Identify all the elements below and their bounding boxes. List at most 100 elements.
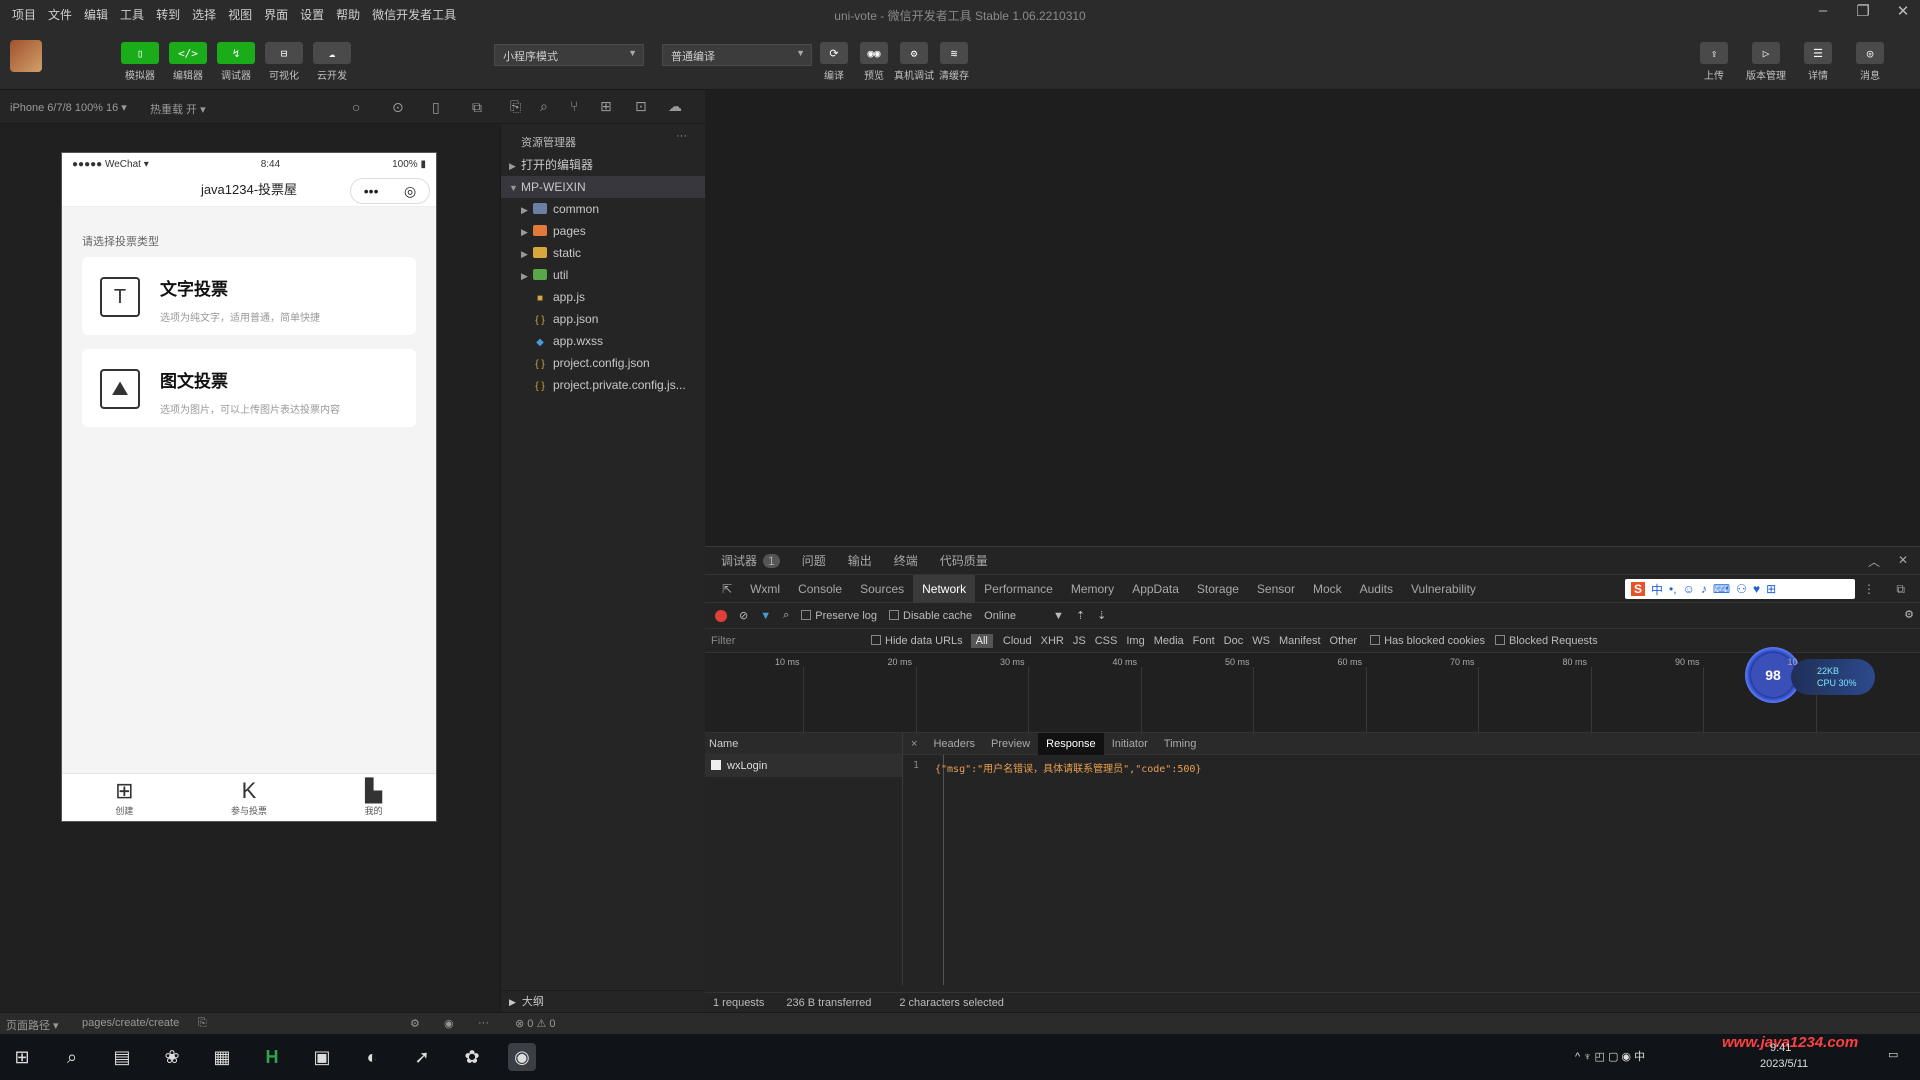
file-item[interactable]: ▶ common [501, 198, 705, 220]
blocked-requests-checkbox[interactable]: Blocked Requests [1494, 634, 1598, 647]
close-detail-icon[interactable]: × [903, 733, 925, 755]
menu-item[interactable]: 转到 [156, 6, 180, 23]
kebab-icon[interactable]: ⋮ [1854, 575, 1884, 603]
ime-icon[interactable]: ⚇ [1736, 582, 1747, 596]
toolbar-button[interactable]: ☁ 云开发 [312, 42, 352, 82]
search-icon[interactable]: ⌕ [783, 609, 789, 622]
detail-tab[interactable]: Response [1038, 732, 1104, 755]
type-filter[interactable]: Other [1330, 635, 1358, 647]
problems-count[interactable]: ⊗ 0 ⚠ 0 [515, 1017, 555, 1030]
file-item[interactable]: ■ app.js [501, 286, 705, 308]
open-editors-section[interactable]: ▶ 打开的编辑器 [501, 154, 705, 176]
panel-tab[interactable]: Mock [1304, 575, 1351, 603]
right-action-button[interactable]: ◎ 消息 [1846, 42, 1894, 82]
import-icon[interactable]: ⇡ [1076, 609, 1085, 622]
panel-tab[interactable]: Performance [975, 575, 1062, 603]
type-filter[interactable]: Media [1154, 635, 1184, 647]
task-view-icon[interactable]: ▤ [108, 1043, 136, 1071]
file-item[interactable]: { } project.private.config.js... [501, 374, 705, 396]
compile-action-button[interactable]: ◉◉ 预览 [854, 42, 894, 82]
ime-icon[interactable]: 中 [1651, 581, 1663, 598]
panel-tab[interactable]: Memory [1062, 575, 1123, 603]
notification-icon[interactable]: ▭ [1888, 1048, 1898, 1061]
toolbar-button[interactable]: ↯ 调试器 [216, 42, 256, 82]
file-item[interactable]: ▶ static [501, 242, 705, 264]
hide-data-urls-checkbox[interactable]: Hide data URLs [871, 634, 963, 647]
panel-tab[interactable]: Audits [1351, 575, 1402, 603]
tab-item[interactable]: ⊞ 创建 [84, 774, 164, 821]
hotreload-select[interactable]: 热重载 开 ▾ [150, 101, 206, 117]
more-icon[interactable]: ··· [478, 1017, 489, 1029]
wechat-devtools-icon[interactable]: ◉ [508, 1043, 536, 1071]
throttle-select[interactable]: Online ▼ [984, 610, 1064, 622]
project-root[interactable]: ▼ MP-WEIXIN [501, 176, 705, 198]
type-filter[interactable]: Manifest [1279, 635, 1321, 647]
more-icon[interactable]: ··· [676, 130, 687, 142]
dock-icon[interactable]: ⧉ [1887, 575, 1914, 603]
disable-cache-checkbox[interactable]: Disable cache [889, 609, 972, 622]
editor-area[interactable] [705, 90, 1920, 546]
app-icon[interactable]: ❀ [158, 1043, 186, 1071]
right-action-button[interactable]: ⇪ 上传 [1690, 42, 1738, 82]
clock-time[interactable]: 9:41 [1770, 1042, 1791, 1054]
file-item[interactable]: ▶ pages [501, 220, 705, 242]
panel-tab[interactable]: Wxml [741, 575, 789, 603]
devtools-tab[interactable]: 代码质量 [940, 552, 988, 569]
ime-icon[interactable]: ⌨ [1713, 582, 1730, 596]
preserve-log-checkbox[interactable]: Preserve log [801, 609, 877, 622]
panel-tab[interactable]: Console [789, 575, 851, 603]
network-timeline[interactable]: 98 22KB CPU 30% 10 ms 20 ms 30 ms 40 ms 50 m… [705, 647, 1920, 733]
compile-action-button[interactable]: ⟳ 编译 [814, 42, 854, 82]
detail-tab[interactable]: Timing [1156, 733, 1205, 755]
ime-icon[interactable]: ♪ [1701, 582, 1707, 596]
menu-item[interactable]: 微信开发者工具 [372, 6, 456, 23]
panel-tab[interactable]: Network [913, 574, 976, 603]
system-tray[interactable]: ^ ♆ ◰ ▢ ◉ 中 [1575, 1048, 1645, 1064]
settings-icon[interactable]: ✿ [458, 1043, 486, 1071]
compile-select[interactable]: 普通编译 ▼ [662, 44, 812, 66]
close-icon[interactable]: ✕ [1894, 2, 1912, 20]
menu-item[interactable]: 文件 [48, 6, 72, 23]
detail-tab[interactable]: Headers [925, 733, 983, 755]
clear-icon[interactable]: ⊘ [739, 609, 748, 622]
filter-input[interactable]: Filter [711, 635, 871, 647]
record-icon[interactable]: ○ [352, 99, 360, 115]
browser-icon[interactable]: ◐ [358, 1043, 386, 1071]
extensions-icon[interactable]: ⊞ [600, 98, 612, 115]
ime-icon[interactable]: ⊞ [1766, 582, 1776, 596]
cloud-icon[interactable]: ☁ [668, 98, 682, 115]
name-column-header[interactable]: Name [705, 733, 902, 755]
page-path[interactable]: pages/create/create [82, 1017, 179, 1029]
page-path-select[interactable]: 页面路径 ▾ [6, 1017, 59, 1033]
devtools-tab[interactable]: 终端 [894, 552, 918, 569]
filter-icon[interactable]: ▼ [760, 610, 771, 622]
menu-item[interactable]: 设置 [300, 6, 324, 23]
tab-item[interactable]: ▙ 我的 [334, 774, 414, 821]
close-icon[interactable]: ✕ [1898, 553, 1908, 567]
compile-action-button[interactable]: ≋ 清缓存 [934, 42, 974, 82]
filter-all-button[interactable]: All [970, 633, 993, 648]
device-select[interactable]: iPhone 6/7/8 100% 16 ▾ [10, 101, 127, 114]
hbuilder-icon[interactable]: H [258, 1043, 286, 1071]
tab-item[interactable]: K 参与投票 [209, 774, 289, 821]
minimize-icon[interactable]: – [1814, 2, 1832, 20]
detail-tab[interactable]: Initiator [1104, 733, 1156, 755]
toolbar-button[interactable]: </> 编辑器 [168, 42, 208, 82]
type-filter[interactable]: JS [1073, 635, 1086, 647]
devtools-tab[interactable]: 问题 [802, 552, 826, 569]
copy-icon[interactable]: ⎘ [198, 1017, 207, 1030]
toolbar-button[interactable]: ▯ 模拟器 [120, 42, 160, 82]
ime-icon[interactable]: S [1631, 582, 1646, 596]
eye-icon[interactable]: ◉ [444, 1017, 454, 1030]
inspect-icon[interactable]: ⇱ [713, 575, 741, 603]
type-filter[interactable]: CSS [1095, 635, 1118, 647]
file-item[interactable]: ◆ app.wxss [501, 330, 705, 352]
menu-item[interactable]: 界面 [264, 6, 288, 23]
vscode-icon[interactable]: ➚ [408, 1043, 436, 1071]
right-action-button[interactable]: ▷ 版本管理 [1742, 42, 1790, 82]
panel-tab[interactable]: Storage [1188, 575, 1248, 603]
branch-icon[interactable]: ⑂ [570, 98, 578, 114]
phone-icon[interactable]: ▯ [432, 99, 440, 116]
ime-icon[interactable]: ♥ [1753, 582, 1760, 596]
detail-tab[interactable]: Preview [983, 733, 1038, 755]
